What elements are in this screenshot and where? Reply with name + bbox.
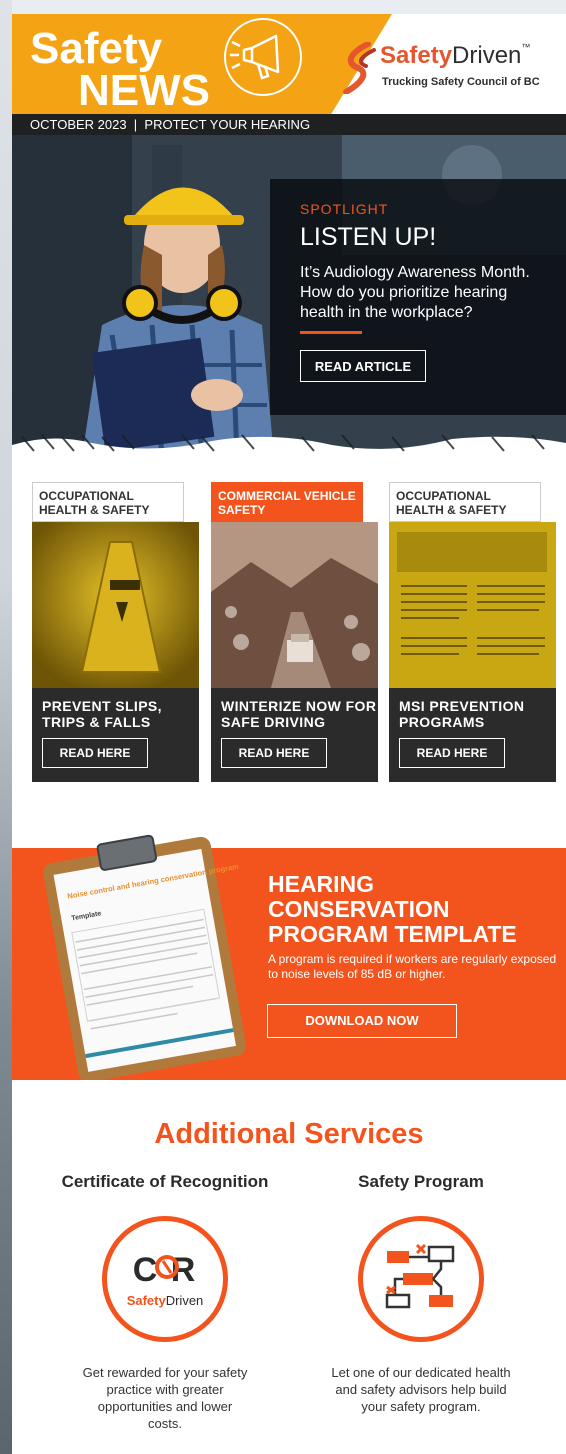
card-msi-prevention[interactable]: OCCUPATIONAL HEALTH & SAFETY MSI PREVENT… [389, 480, 556, 782]
document-preview-image [389, 522, 556, 688]
program-flowchart-icon[interactable] [358, 1216, 484, 1342]
service-description: Get rewarded for your safety practice wi… [82, 1365, 248, 1431]
swoosh-icon [343, 42, 376, 94]
winter-truck-image [211, 522, 378, 688]
card-footer: PREVENT SLIPS, TRIPS & FALLS READ HERE [32, 688, 199, 782]
brand-wordmark: SafetyDriven™ [380, 42, 530, 70]
caution-sign-image [32, 522, 199, 688]
cor-logo-icon[interactable]: C R SafetyDriven [102, 1216, 228, 1342]
card-heading: WINTERIZE NOW FOR SAFE DRIVING [221, 698, 377, 730]
newsletter-title-line2: NEWS [78, 66, 210, 115]
read-here-button[interactable]: READ HERE [42, 738, 148, 768]
additional-services-title: Additional Services [154, 1118, 424, 1150]
spotlight-title: LISTEN UP! [300, 223, 437, 251]
card-winterize[interactable]: COMMERCIAL VEHICLE SAFETY WINTERIZE NOW … [211, 480, 378, 782]
issue-date-bar: OCTOBER 2023 | PROTECT YOUR HEARING [12, 114, 566, 135]
spotlight-hero: SPOTLIGHT LISTEN UP! It’s Audiology Awar… [12, 135, 566, 457]
card-slips-trips-falls[interactable]: OCCUPATIONAL HEALTH & SAFETY PREVENT SLI… [32, 480, 199, 782]
brand-word-safety: Safety [380, 42, 453, 69]
tire-tread-pattern [12, 434, 566, 457]
download-now-button[interactable]: DOWNLOAD NOW [267, 1004, 457, 1038]
read-article-button[interactable]: READ ARTICLE [300, 350, 426, 382]
trademark: ™ [521, 42, 531, 52]
card-footer: MSI PREVENTION PROGRAMS READ HERE [389, 688, 556, 782]
spotlight-text: It’s Audiology Awareness Month. How do y… [300, 264, 530, 321]
brand-subtitle: Trucking Safety Council of BC [382, 76, 540, 88]
card-category-tab: OCCUPATIONAL HEALTH & SAFETY [389, 482, 541, 522]
cor-logo-safety: Safety [126, 1293, 166, 1308]
card-heading: MSI PREVENTION PROGRAMS [399, 698, 525, 730]
brand-word-driven: Driven [452, 42, 522, 69]
spotlight-panel: SPOTLIGHT LISTEN UP! It’s Audiology Awar… [270, 179, 566, 415]
background-strip [0, 0, 12, 1454]
hearing-title: HEARING CONSERVATION PROGRAM TEMPLATE [268, 871, 517, 947]
service-name: Certificate of Recognition [61, 1172, 269, 1191]
service-description: Let one of our dedicated health and safe… [331, 1365, 511, 1414]
header: Safety NEWS SafetyDriven™ Trucking Safet… [12, 14, 566, 115]
megaphone-icon [224, 18, 302, 96]
card-footer: WINTERIZE NOW FOR SAFE DRIVING READ HERE [211, 688, 378, 782]
newsletter: Safety NEWS SafetyDriven™ Trucking Safet… [12, 14, 566, 1454]
card-heading: PREVENT SLIPS, TRIPS & FALLS [42, 698, 162, 730]
safetydriven-logo[interactable]: SafetyDriven™ Trucking Safety Council of… [338, 42, 558, 98]
clipboard-image: Noise control and hearing conservation p… [26, 820, 266, 1082]
card-category-tab: COMMERCIAL VEHICLE SAFETY [211, 482, 363, 522]
card-category-tab: OCCUPATIONAL HEALTH & SAFETY [32, 482, 184, 522]
cor-gear-icon [155, 1255, 179, 1279]
read-here-button[interactable]: READ HERE [221, 738, 327, 768]
service-name: Safety Program [358, 1172, 484, 1191]
read-here-button[interactable]: READ HERE [399, 738, 505, 768]
spotlight-divider [300, 331, 362, 334]
hearing-description: A program is required if workers are reg… [268, 952, 557, 981]
cor-logo-driven: Driven [165, 1293, 204, 1308]
article-cards: OCCUPATIONAL HEALTH & SAFETY PREVENT SLI… [12, 480, 566, 782]
spotlight-label: SPOTLIGHT [300, 201, 389, 217]
